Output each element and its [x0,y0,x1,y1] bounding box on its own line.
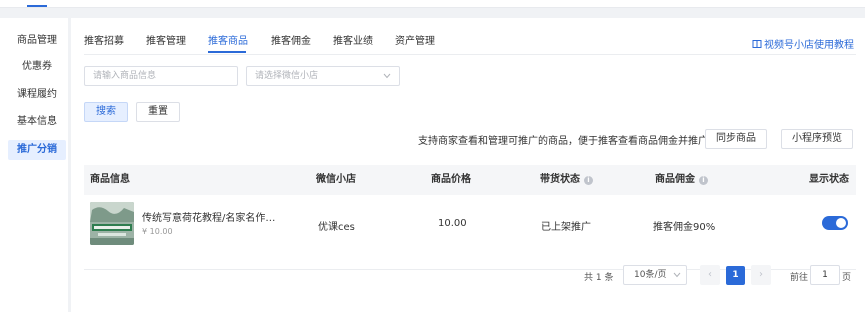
shop-select[interactable]: 请选择微信小店 [246,66,400,86]
help-link[interactable]: 视频号小店使用教程 [752,36,854,51]
product-thumbnail [90,202,134,245]
column-header-status: 带货状态 i [540,165,593,195]
sidebar-item-coupons[interactable]: 优惠券 [8,57,66,77]
shop-select-placeholder: 请选择微信小店 [255,71,319,81]
goto-page-input[interactable]: 1 [810,265,840,285]
sidebar-item-course-fulfillment[interactable]: 课程履约 [8,85,66,105]
tabs-divider [84,54,856,55]
table-row: 传统写意荷花教程/名家名作… ¥ 10.00 优课ces 10.00 已上架推广… [84,195,856,270]
miniprogram-preview-button[interactable]: 小程序预览 [781,129,853,149]
tab-manage[interactable]: 推客管理 [146,32,186,47]
active-tab-indicator [208,51,246,53]
product-price-sub: ¥ 10.00 [142,227,173,236]
column-header-price: 商品价格 [431,174,471,185]
tab-commission[interactable]: 推客佣金 [271,32,311,47]
tab-performance[interactable]: 推客业绩 [333,32,373,47]
cell-price: 10.00 [438,218,467,229]
top-bar [0,0,865,8]
page-number-current[interactable]: 1 [726,266,745,285]
info-icon[interactable]: i [584,175,593,185]
sidebar-item-product-management[interactable]: 商品管理 [8,31,66,51]
help-link-label: 视频号小店使用教程 [764,40,854,51]
column-header-shop: 微信小店 [316,174,356,185]
sidebar-item-promotion[interactable]: 推广分销 [8,140,66,160]
tab-assets[interactable]: 资产管理 [395,32,435,47]
info-icon[interactable]: i [699,175,708,185]
search-button[interactable]: 搜索 [84,102,128,122]
toggle-knob [836,218,846,228]
product-search-placeholder: 请输入商品信息 [93,71,157,81]
next-page-button[interactable]: › [751,265,771,285]
sync-products-button[interactable]: 同步商品 [705,129,767,149]
visibility-toggle[interactable] [822,216,848,230]
column-header-visibility: 显示状态 [809,174,849,185]
prev-page-button[interactable]: ‹ [700,265,720,285]
info-notice: 支持商家查看和管理可推广的商品，便于推客查看商品佣金并推广商品 [418,136,728,147]
table-header: 商品信息 微信小店 商品价格 带货状态 i 商品佣金 i 显示状态 [84,165,856,195]
tab-recruit[interactable]: 推客招募 [84,32,124,47]
sidebar: 商品管理 优惠券 课程履约 基本信息 推广分销 [0,18,68,312]
page-size-value: 10条/页 [634,270,667,280]
product-search-input[interactable]: 请输入商品信息 [84,66,238,86]
book-icon [752,39,762,48]
column-header-product: 商品信息 [90,174,130,185]
goto-label: 前往 [790,273,809,283]
main-panel: 推客招募 推客管理 推客商品 推客佣金 推客业绩 资产管理 视频号小店使用教程 … [71,18,865,312]
tab-products[interactable]: 推客商品 [208,32,248,47]
chevron-down-icon [383,73,391,79]
product-name[interactable]: 传统写意荷花教程/名家名作… [142,209,275,224]
sidebar-item-basic-info[interactable]: 基本信息 [8,112,66,132]
reset-button[interactable]: 重置 [136,102,180,122]
chevron-down-icon [673,272,681,278]
column-header-commission: 商品佣金 i [655,165,708,195]
goto-unit: 页 [842,273,852,283]
top-bar-accent [27,5,47,7]
page-size-select[interactable]: 10条/页 [623,265,687,285]
cell-commission: 推客佣金90% [653,222,716,233]
cell-shop: 优课ces [318,222,355,233]
pagination-total: 共 1 条 [584,273,614,283]
cell-status: 已上架推广 [541,222,591,233]
